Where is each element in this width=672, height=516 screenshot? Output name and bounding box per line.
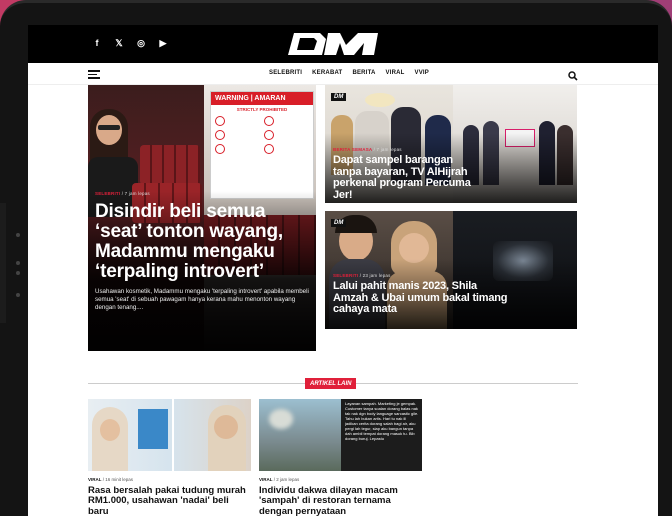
dm-badge: DM xyxy=(331,219,347,227)
side-top-headline[interactable]: Dapat sampel barangan tanpa bayaran, TV … xyxy=(333,154,483,201)
site-logo[interactable] xyxy=(286,31,380,57)
side-article-top[interactable]: DM BERITA SEMASA / 7 jam lepas Dapat sam… xyxy=(325,85,577,203)
sensor-dot xyxy=(16,271,20,275)
nav-item-selebriti[interactable]: SELEBRITI xyxy=(269,70,302,76)
top-bar: f 𝕏 ◎ ▶ xyxy=(28,25,658,63)
side-top-category: BERITA SEMASA / 7 jam lepas xyxy=(333,147,402,152)
tablet-side xyxy=(0,203,6,323)
nav-bar: SELEBRITI KERABAT BERITA VIRAL VVIP xyxy=(28,63,658,85)
bottom-article-1-category: VIRAL / 16 minit lepas xyxy=(88,477,134,482)
twitter-icon[interactable]: 𝕏 xyxy=(114,38,124,48)
bottom-article-1-image xyxy=(88,399,251,471)
sensor-dot xyxy=(16,233,20,237)
bottom-article-1-headline[interactable]: Rasa bersalah pakai tudung murah RM1.000… xyxy=(88,485,248,516)
bottom-article-2-image-caption: Layanan sampah. Marketing je gempak. Cus… xyxy=(345,401,419,441)
nav-item-viral[interactable]: VIRAL xyxy=(386,70,405,76)
featured-article[interactable]: WARNING | AMARAN STRICTLY PROHIBITED SEL… xyxy=(88,85,316,351)
tablet-frame: f 𝕏 ◎ ▶ SELEBRITI KERABAT BERITA VIRAL V… xyxy=(0,0,672,516)
side-bottom-category: SELEBRITI / 23 jam lepas xyxy=(333,273,391,278)
side-bottom-headline[interactable]: Lalui pahit manis 2023, Shila Amzah & Ub… xyxy=(333,280,513,316)
nav-item-kerabat[interactable]: KERABAT xyxy=(312,70,342,76)
featured-headline[interactable]: Disindir beli semua ‘seat’ tonton wayang… xyxy=(95,202,295,282)
instagram-icon[interactable]: ◎ xyxy=(136,38,146,48)
side-article-bottom[interactable]: DM SELEBRITI / 23 jam lepas Lalui pahit … xyxy=(325,211,577,329)
bottom-article-1[interactable]: VIRAL / 16 minit lepas Rasa bersalah pak… xyxy=(88,399,251,516)
bottom-article-2-headline[interactable]: Individu dakwa dilayan macam 'sampah' di… xyxy=(259,485,422,516)
youtube-icon[interactable]: ▶ xyxy=(158,38,168,48)
facebook-icon[interactable]: f xyxy=(92,38,102,48)
search-icon[interactable] xyxy=(568,68,578,81)
bottom-article-2-category: VIRAL / 2 jam lepas xyxy=(259,477,300,482)
logo-graphic xyxy=(288,33,378,55)
section-label: ARTIKEL LAIN xyxy=(305,378,357,389)
warning-sign-title: WARNING | AMARAN xyxy=(211,92,313,105)
bottom-article-2-image: Layanan sampah. Marketing je gempak. Cus… xyxy=(259,399,422,471)
nav-item-berita[interactable]: BERITA xyxy=(352,70,375,76)
featured-description: Usahawan kosmetik, Madammu mengaku 'terp… xyxy=(95,287,309,311)
sensor-dot xyxy=(16,293,20,297)
menu-icon[interactable] xyxy=(88,70,100,79)
social-links: f 𝕏 ◎ ▶ xyxy=(92,38,168,49)
nav-menu: SELEBRITI KERABAT BERITA VIRAL VVIP xyxy=(269,70,429,76)
featured-category: SELEBRITI / 7 jam lepas xyxy=(95,191,150,196)
bottom-article-2[interactable]: Layanan sampah. Marketing je gempak. Cus… xyxy=(259,399,422,516)
sensor-dot xyxy=(16,261,20,265)
browser-screen: f 𝕏 ◎ ▶ SELEBRITI KERABAT BERITA VIRAL V… xyxy=(28,25,658,516)
dm-badge: DM xyxy=(331,93,347,101)
nav-item-vvip[interactable]: VVIP xyxy=(415,70,429,76)
